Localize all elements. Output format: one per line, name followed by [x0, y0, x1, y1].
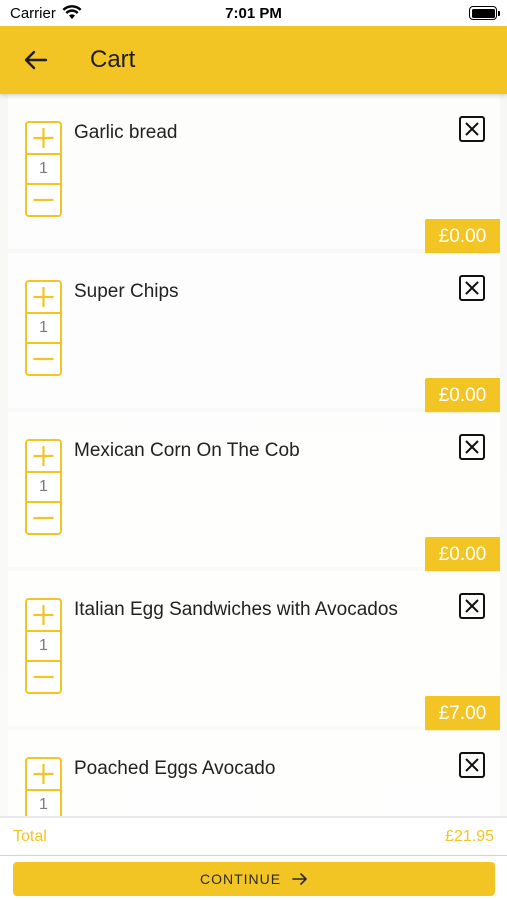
minus-icon[interactable]: [27, 503, 60, 533]
remove-item-icon[interactable]: [459, 116, 485, 142]
continue-label: CONTINUE: [199, 871, 282, 887]
cart-list[interactable]: 1 Garlic bread £0.00 1 Super Chips £0.00…: [0, 94, 507, 816]
item-name: Super Chips: [74, 281, 179, 302]
cart-item: 1 Poached Eggs Avocado: [8, 730, 500, 816]
status-bar: Carrier 7:01 PM: [0, 0, 507, 26]
page-title: Cart: [90, 46, 136, 73]
app-header: Cart: [0, 26, 507, 94]
plus-icon[interactable]: [27, 600, 60, 630]
quantity-stepper: 1: [25, 439, 62, 535]
item-price: £7.00: [425, 696, 500, 731]
quantity-value: 1: [27, 153, 60, 185]
minus-icon[interactable]: [27, 344, 60, 374]
item-name: Garlic bread: [74, 122, 178, 143]
quantity-value: 1: [27, 312, 60, 344]
arrow-right-icon: [292, 873, 307, 885]
item-name: Italian Egg Sandwiches with Avocados: [74, 599, 398, 620]
item-name: Mexican Corn On The Cob: [74, 440, 300, 461]
plus-icon[interactable]: [27, 759, 60, 789]
quantity-stepper: 1: [25, 598, 62, 694]
quantity-value: 1: [27, 630, 60, 662]
remove-item-icon[interactable]: [459, 752, 485, 778]
minus-icon[interactable]: [27, 662, 60, 692]
total-value: £21.95: [445, 828, 494, 845]
minus-icon[interactable]: [27, 185, 60, 215]
item-name: Poached Eggs Avocado: [74, 758, 276, 779]
plus-icon[interactable]: [27, 441, 60, 471]
item-price: £0.00: [425, 219, 500, 254]
total-row: Total £21.95: [0, 818, 507, 856]
quantity-stepper: 1: [25, 757, 62, 816]
item-price: £0.00: [425, 378, 500, 413]
cart-item: 1 Mexican Corn On The Cob £0.00: [8, 412, 500, 572]
remove-item-icon[interactable]: [459, 275, 485, 301]
cart-screen: Carrier 7:01 PM Cart 1 Garlic bread £0.0…: [0, 0, 507, 900]
quantity-value: 1: [27, 471, 60, 503]
quantity-stepper: 1: [25, 280, 62, 376]
quantity-stepper: 1: [25, 121, 62, 217]
plus-icon[interactable]: [27, 282, 60, 312]
status-time: 7:01 PM: [225, 5, 282, 22]
back-arrow-icon[interactable]: [22, 46, 50, 74]
item-price: £0.00: [425, 537, 500, 572]
remove-item-icon[interactable]: [459, 434, 485, 460]
cart-item: 1 Garlic bread £0.00: [8, 94, 500, 254]
total-label: Total: [13, 828, 47, 845]
battery-icon: [469, 6, 500, 20]
plus-icon[interactable]: [27, 123, 60, 153]
cart-item: 1 Super Chips £0.00: [8, 253, 500, 413]
cart-item: 1 Italian Egg Sandwiches with Avocados £…: [8, 571, 500, 731]
quantity-value: 1: [27, 789, 60, 816]
remove-item-icon[interactable]: [459, 593, 485, 619]
continue-button[interactable]: CONTINUE: [13, 862, 495, 896]
cart-footer: Total £21.95 CONTINUE: [0, 816, 507, 900]
